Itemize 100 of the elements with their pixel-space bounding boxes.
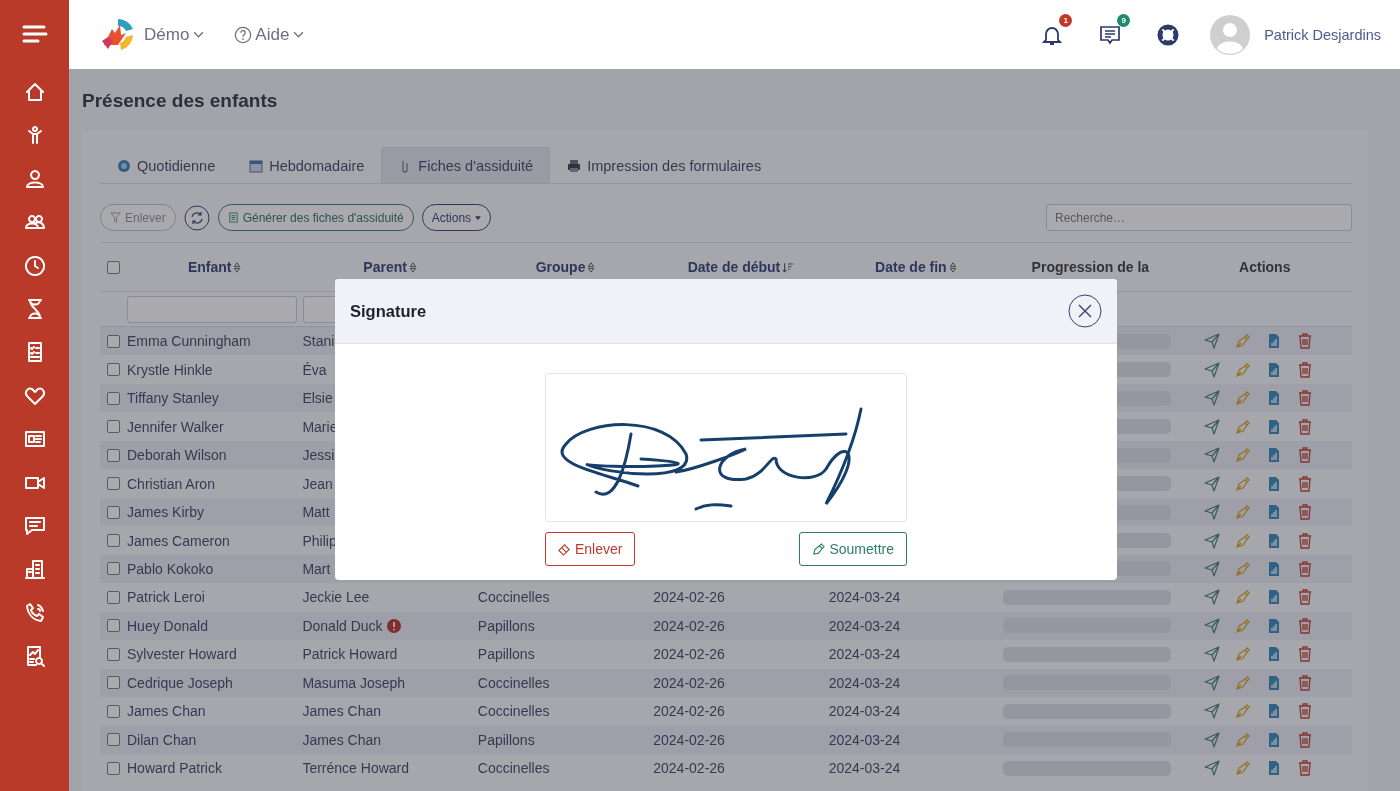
send-icon[interactable] bbox=[1203, 418, 1220, 435]
trash-icon[interactable] bbox=[1296, 760, 1313, 777]
send-icon[interactable] bbox=[1203, 447, 1220, 464]
send-icon[interactable] bbox=[1203, 760, 1220, 777]
sort-descending-icon[interactable] bbox=[782, 261, 795, 273]
pen-icon[interactable] bbox=[1234, 617, 1251, 634]
actions-dropdown[interactable]: Actions bbox=[421, 204, 492, 231]
column-header[interactable]: Date de début bbox=[687, 259, 781, 275]
pen-icon[interactable] bbox=[1234, 475, 1251, 492]
checkbox[interactable] bbox=[107, 704, 120, 718]
trash-icon[interactable] bbox=[1296, 674, 1313, 691]
help-menu[interactable]: Aide bbox=[255, 24, 305, 45]
trash-icon[interactable] bbox=[1296, 617, 1313, 634]
checkbox[interactable] bbox=[107, 534, 120, 547]
column-header[interactable]: Groupe bbox=[535, 259, 586, 275]
trash-icon[interactable] bbox=[1296, 390, 1313, 407]
trash-icon[interactable] bbox=[1296, 589, 1313, 606]
send-icon[interactable] bbox=[1203, 703, 1220, 720]
trash-icon[interactable] bbox=[1296, 361, 1313, 378]
checkbox[interactable] bbox=[107, 334, 120, 348]
send-icon[interactable] bbox=[1203, 589, 1220, 606]
avatar[interactable] bbox=[1210, 14, 1251, 55]
checkbox[interactable] bbox=[107, 260, 120, 274]
send-icon[interactable] bbox=[1203, 504, 1220, 521]
checkbox[interactable] bbox=[107, 733, 120, 747]
generate-button[interactable]: Générer des fiches d'assiduité bbox=[217, 204, 414, 231]
search-field[interactable]: Recherche… bbox=[1046, 204, 1352, 231]
send-icon[interactable] bbox=[1203, 561, 1220, 577]
checkbox[interactable] bbox=[107, 619, 120, 633]
refresh-icon[interactable] bbox=[183, 204, 210, 231]
send-icon[interactable] bbox=[1203, 390, 1220, 407]
pen-icon[interactable] bbox=[1234, 731, 1251, 748]
send-icon[interactable] bbox=[1203, 532, 1220, 549]
column-header[interactable]: Parent bbox=[363, 259, 407, 275]
tab[interactable]: Fiches d'assiduité bbox=[381, 147, 551, 183]
checkbox[interactable] bbox=[107, 448, 120, 462]
trash-icon[interactable] bbox=[1296, 504, 1313, 521]
checkbox[interactable] bbox=[107, 676, 120, 690]
pen-icon[interactable] bbox=[1234, 703, 1251, 720]
clear-signature-button[interactable]: Enlever bbox=[545, 532, 636, 566]
pen-icon[interactable] bbox=[1234, 646, 1251, 663]
send-icon[interactable] bbox=[1203, 617, 1220, 634]
trash-icon[interactable] bbox=[1296, 447, 1313, 464]
send-icon[interactable] bbox=[1203, 361, 1220, 378]
checkbox[interactable] bbox=[107, 420, 120, 434]
building-icon[interactable] bbox=[22, 557, 47, 582]
tab[interactable]: Quotidienne bbox=[100, 147, 233, 183]
checkbox[interactable] bbox=[107, 363, 120, 377]
trash-icon[interactable] bbox=[1296, 731, 1313, 748]
pen-icon[interactable] bbox=[1234, 333, 1251, 350]
pen-icon[interactable] bbox=[1234, 760, 1251, 777]
trash-icon[interactable] bbox=[1296, 532, 1313, 549]
checkbox[interactable] bbox=[107, 590, 120, 604]
send-icon[interactable] bbox=[1203, 646, 1220, 663]
trash-icon[interactable] bbox=[1296, 475, 1313, 492]
signature-pad[interactable] bbox=[545, 373, 907, 522]
column-header[interactable]: Date de fin bbox=[875, 259, 947, 275]
clock-icon[interactable] bbox=[22, 253, 47, 278]
brand-menu[interactable]: Démo bbox=[144, 24, 205, 45]
tab[interactable]: Hebdomadaire bbox=[232, 147, 382, 183]
sort-icon[interactable] bbox=[408, 261, 417, 273]
user-name[interactable]: Patrick Desjardins bbox=[1264, 26, 1381, 43]
column-header[interactable]: Enfant bbox=[187, 259, 232, 275]
chevron-down-icon[interactable] bbox=[293, 31, 305, 38]
pen-icon[interactable] bbox=[1234, 390, 1251, 407]
pen-icon[interactable] bbox=[1234, 504, 1251, 521]
menu-icon[interactable] bbox=[21, 24, 48, 44]
lifebuoy-icon[interactable] bbox=[1156, 22, 1181, 47]
sort-icon[interactable] bbox=[948, 261, 957, 273]
send-icon[interactable] bbox=[1203, 333, 1220, 350]
pen-icon[interactable] bbox=[1234, 589, 1251, 606]
submit-button[interactable]: Soumettre bbox=[799, 532, 907, 566]
trash-icon[interactable] bbox=[1296, 703, 1313, 720]
trash-icon[interactable] bbox=[1296, 418, 1313, 435]
close-icon[interactable] bbox=[1068, 294, 1102, 328]
chevron-down-icon[interactable] bbox=[193, 31, 205, 38]
checkbox[interactable] bbox=[107, 647, 120, 661]
pen-icon[interactable] bbox=[1234, 418, 1251, 435]
send-icon[interactable] bbox=[1203, 731, 1220, 748]
sort-icon[interactable] bbox=[587, 261, 596, 273]
send-icon[interactable] bbox=[1203, 674, 1220, 691]
sort-icon[interactable] bbox=[233, 261, 242, 273]
send-icon[interactable] bbox=[1203, 475, 1220, 492]
checkbox[interactable] bbox=[107, 477, 120, 491]
trash-icon[interactable] bbox=[1296, 333, 1313, 350]
trash-icon[interactable] bbox=[1296, 646, 1313, 663]
column-header[interactable]: Actions bbox=[1239, 259, 1291, 275]
checkbox[interactable] bbox=[107, 562, 120, 576]
pen-icon[interactable] bbox=[1234, 447, 1251, 464]
checkbox[interactable] bbox=[107, 761, 120, 775]
column-header[interactable]: Progression de la bbox=[1025, 257, 1156, 277]
filter-field[interactable] bbox=[127, 295, 297, 323]
trash-icon[interactable] bbox=[1296, 561, 1313, 577]
checkbox[interactable] bbox=[107, 505, 120, 519]
pen-icon[interactable] bbox=[1234, 361, 1251, 378]
tab[interactable]: Impression des formulaires bbox=[550, 147, 779, 183]
pen-icon[interactable] bbox=[1234, 674, 1251, 691]
pen-icon[interactable] bbox=[1234, 532, 1251, 549]
pen-icon[interactable] bbox=[1234, 561, 1251, 577]
checkbox[interactable] bbox=[107, 391, 120, 405]
